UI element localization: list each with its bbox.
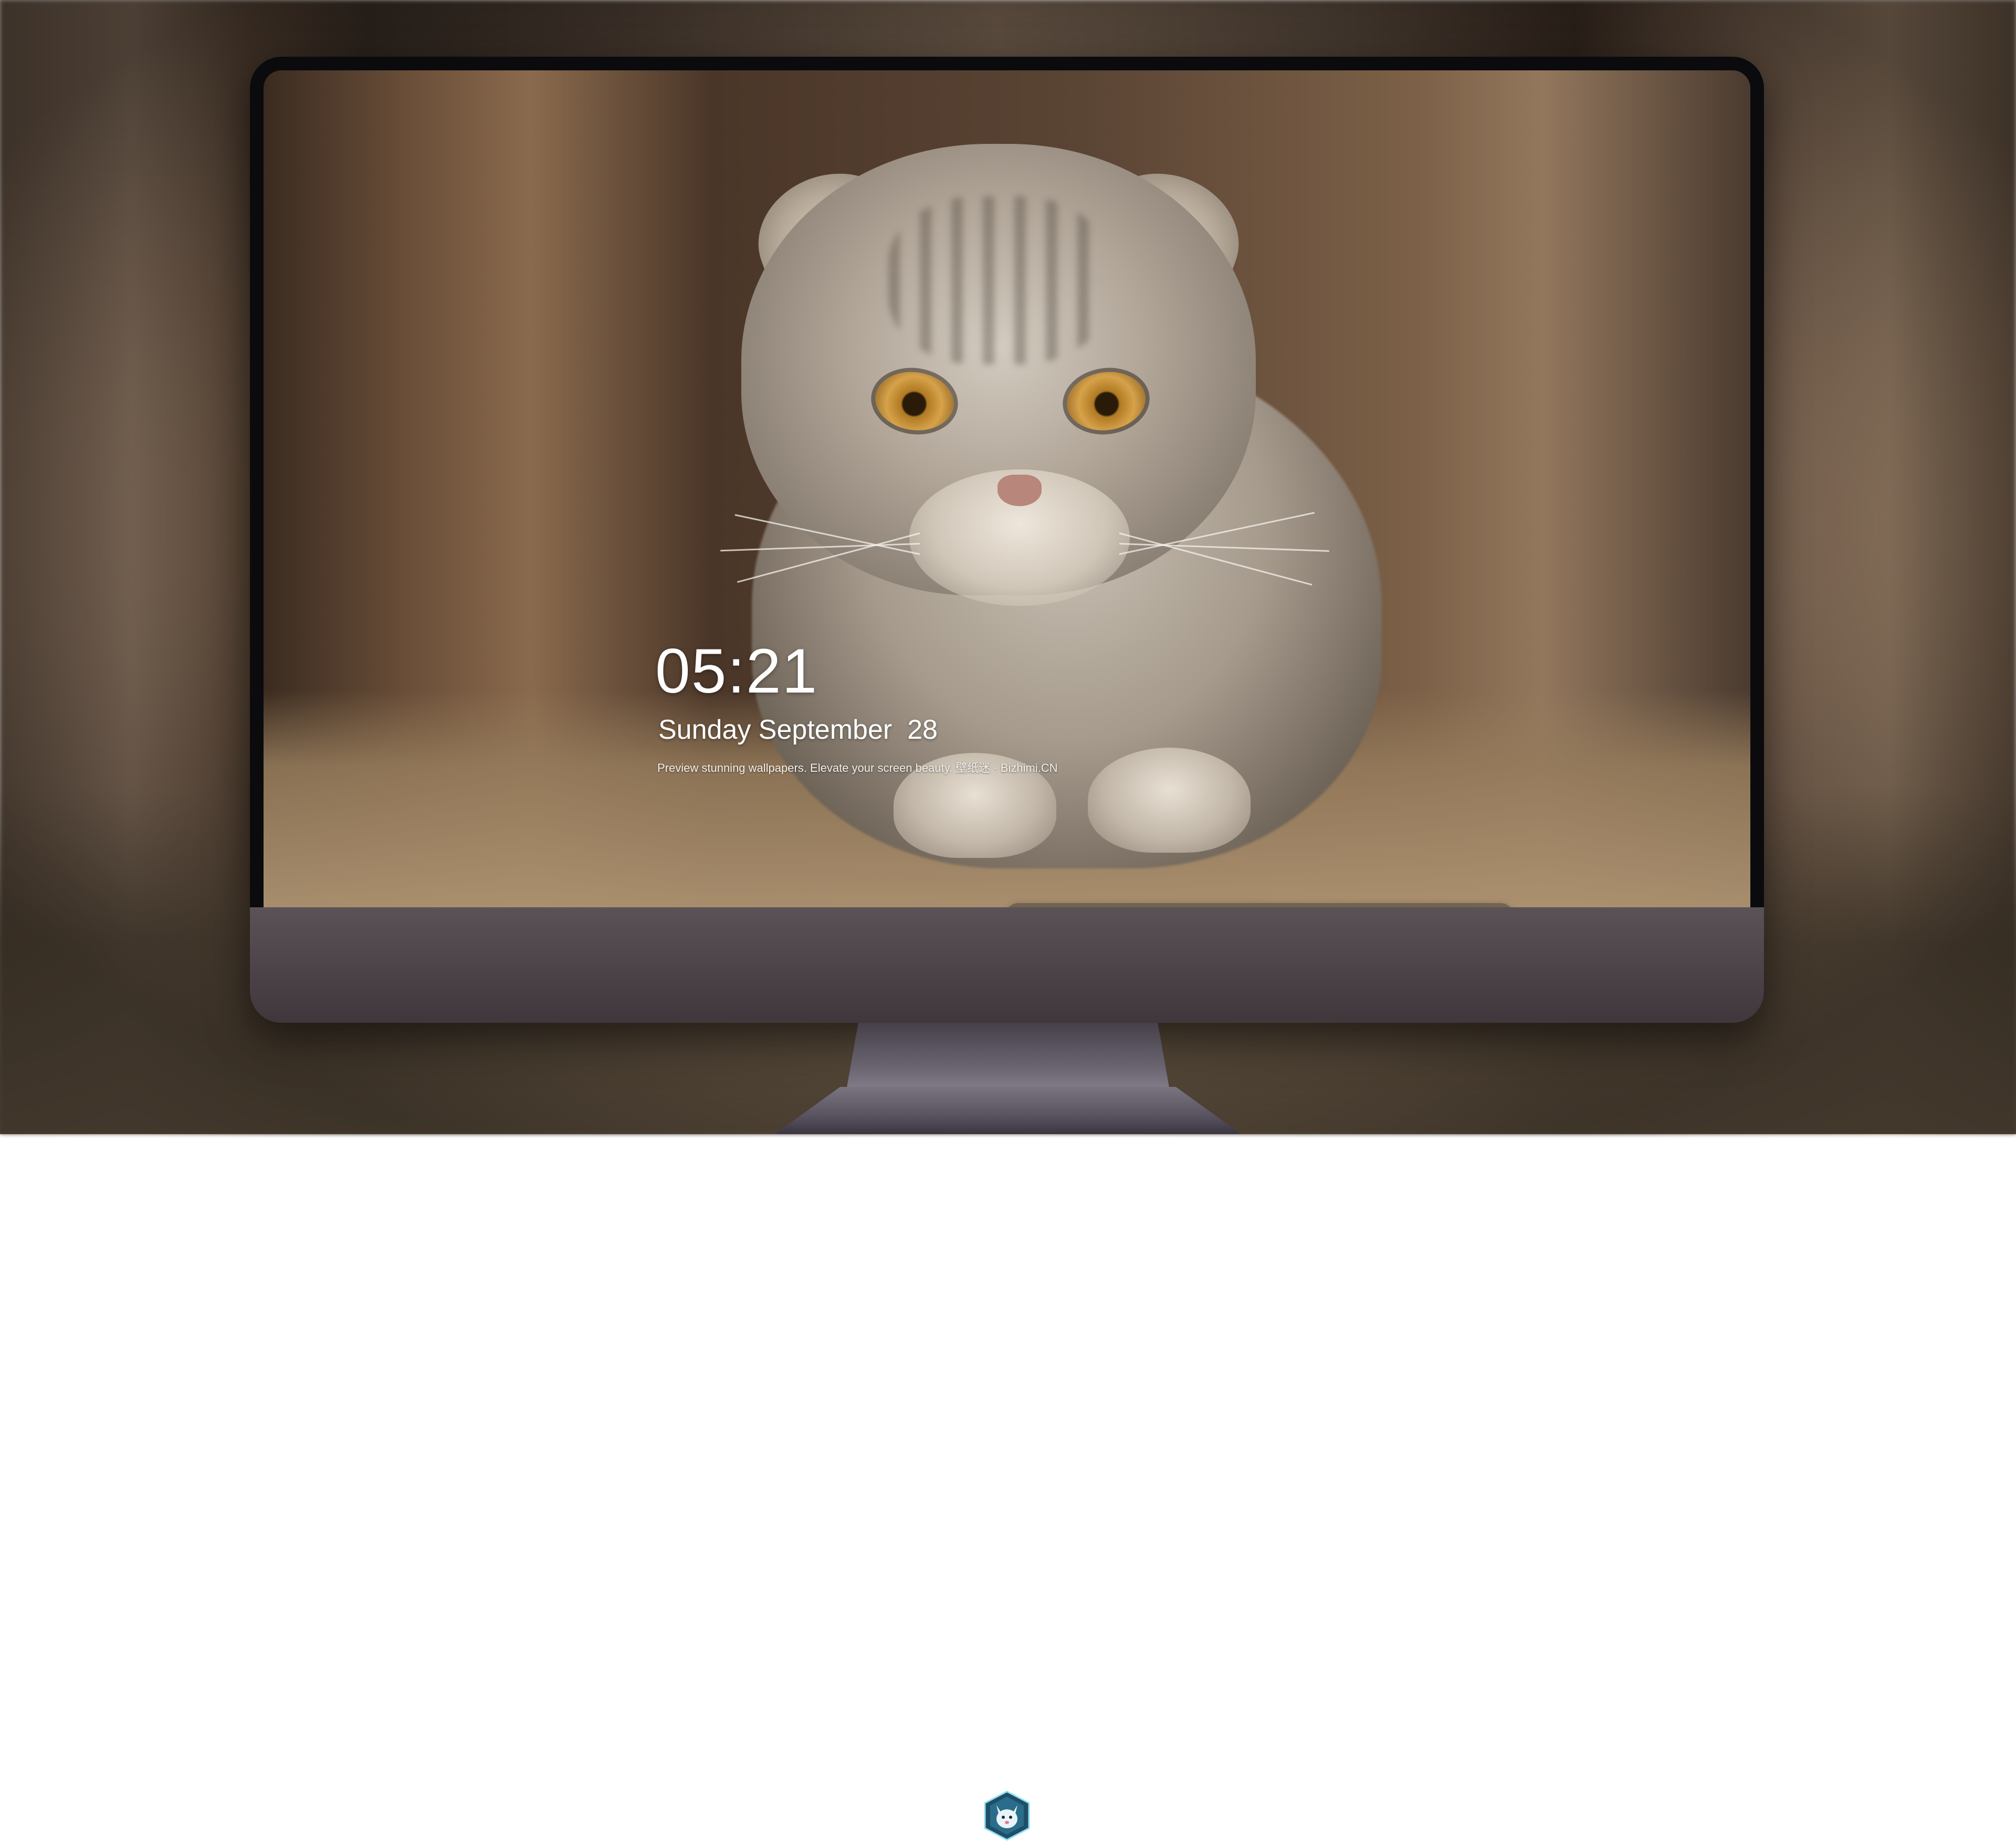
monitor-chin [250, 907, 1764, 1841]
cat-nose [998, 475, 1042, 506]
wolf-mascot-logo-icon [981, 1789, 1033, 1842]
monitor-stand-neck [845, 1023, 1171, 1096]
monitor: 05:21 Sunday September 28 Preview stunni… [250, 57, 1764, 1841]
lock-screen: 05:21 Sunday September 28 Preview stunni… [264, 70, 1750, 907]
dock [1005, 903, 1514, 907]
wallpaper-tagline: Preview stunning wallpapers. Elevate you… [657, 761, 1058, 774]
monitor-stand-base [775, 1087, 1241, 1134]
clock-time: 05:21 [655, 636, 818, 706]
clock-date: Sunday September 28 [658, 715, 938, 745]
cat-forehead-stripes [888, 196, 1109, 364]
cat-paw-right [1088, 748, 1251, 853]
